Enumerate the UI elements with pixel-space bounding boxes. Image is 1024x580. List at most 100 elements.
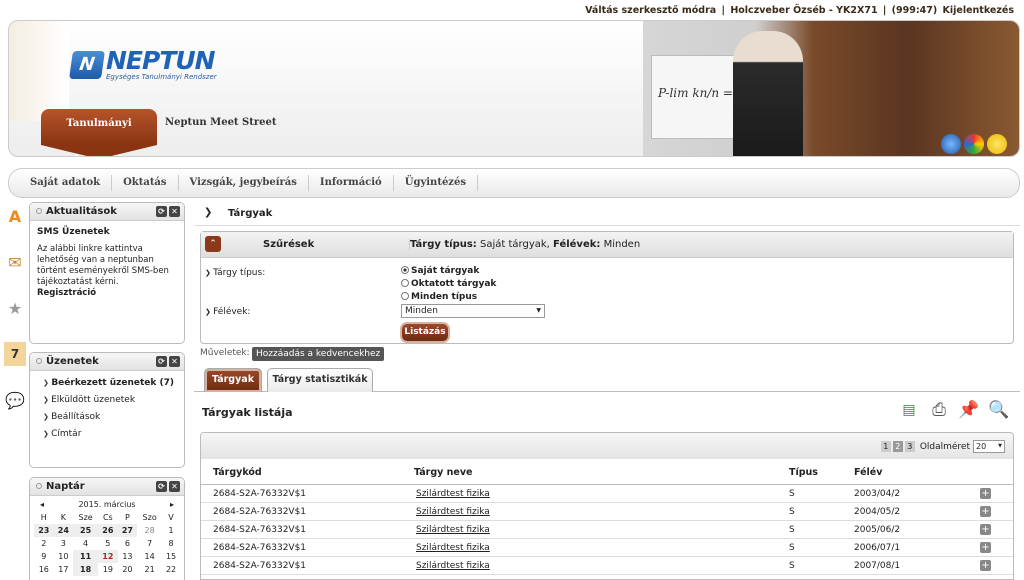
tab-neptun-meet-street[interactable]: Neptun Meet Street: [165, 117, 276, 128]
weekday-label: K: [60, 513, 66, 522]
page-button[interactable]: 1: [880, 441, 891, 452]
calendar-day[interactable]: 13: [118, 550, 138, 563]
col-targykod[interactable]: Tárgykód: [213, 467, 262, 478]
subject-link[interactable]: Szilárdtest fizika: [416, 543, 490, 553]
subject-link[interactable]: Szilárdtest fizika: [416, 525, 490, 535]
calendar-day[interactable]: 6: [118, 537, 138, 550]
sent-link[interactable]: Elküldött üzenetek: [37, 392, 177, 409]
expand-row-icon[interactable]: +: [980, 560, 991, 571]
refresh-icon[interactable]: ⟳: [156, 356, 167, 367]
page-button[interactable]: 3: [904, 441, 915, 452]
page-button[interactable]: 2: [892, 441, 903, 452]
calendar-icon[interactable]: 7: [4, 342, 26, 366]
header-banner: N NEPTUN Egységes Tanulmányi Rendszer P-…: [8, 20, 1020, 157]
refresh-icon[interactable]: ⟳: [156, 206, 167, 217]
add-favorite-button[interactable]: Hozzáadás a kedvencekhez: [252, 347, 385, 361]
calendar-day[interactable]: 16: [34, 563, 54, 576]
calendar-day[interactable]: 11: [73, 550, 99, 563]
calendar-day[interactable]: 14: [137, 550, 162, 563]
calendar-day[interactable]: 21: [137, 563, 162, 576]
radio-sajat-targyak[interactable]: Saját tárgyak: [401, 266, 479, 276]
envelope-icon[interactable]: ✉: [4, 250, 26, 274]
refresh-icon[interactable]: ⟳: [156, 481, 167, 492]
menu-ugyintezes[interactable]: Ügyintézés: [394, 175, 478, 191]
aktualitasok-panel: Aktualitások ⟳ ✕ SMS Üzenetek Az alábbi l…: [29, 202, 185, 344]
calendar-day[interactable]: 23: [34, 524, 54, 537]
calendar-day[interactable]: 4: [73, 537, 98, 550]
smiley-icon[interactable]: [987, 134, 1007, 154]
filter-title: Szűrések: [263, 239, 315, 250]
radio-minden-tipus[interactable]: Minden típus: [401, 292, 477, 302]
calendar-day[interactable]: 27: [117, 524, 138, 537]
xls-export-icon[interactable]: ▤: [898, 398, 920, 422]
color-ball-icon[interactable]: [964, 134, 984, 154]
registration-link[interactable]: Regisztráció: [37, 288, 177, 299]
search-icon[interactable]: 🔍: [988, 398, 1010, 422]
weekday-label: Szo: [142, 513, 157, 522]
calendar-day[interactable]: 20: [118, 563, 138, 576]
menu-sajat-adatok[interactable]: Saját adatok: [19, 175, 113, 191]
panel-header: Naptár ⟳ ✕: [30, 478, 184, 496]
tab-targy-statisztikak[interactable]: Tárgy statisztikák: [267, 368, 373, 392]
inbox-link[interactable]: Beérkezett üzenetek (7): [37, 375, 177, 392]
list-button[interactable]: Listázás: [402, 324, 448, 341]
expand-row-icon[interactable]: +: [980, 542, 991, 553]
subject-link[interactable]: Szilárdtest fizika: [416, 489, 490, 499]
calendar-day[interactable]: 5: [98, 537, 118, 550]
next-month-icon[interactable]: ▸: [170, 498, 174, 511]
calendar-day[interactable]: 12: [98, 550, 118, 563]
calendar-day[interactable]: 26: [98, 524, 118, 537]
tab-targyak[interactable]: Tárgyak: [204, 368, 262, 392]
print-icon[interactable]: ⎙: [928, 398, 950, 422]
neptun-logo[interactable]: N NEPTUN Egységes Tanulmányi Rendszer: [69, 48, 217, 81]
expand-row-icon[interactable]: +: [980, 488, 991, 499]
prev-month-icon[interactable]: ◂: [40, 498, 44, 511]
aktualitasok-icon[interactable]: A: [4, 204, 26, 228]
pin-icon[interactable]: 📌: [958, 398, 980, 422]
calendar-day[interactable]: 25: [73, 524, 99, 537]
subject-link[interactable]: Szilárdtest fizika: [416, 507, 490, 517]
directory-link[interactable]: Címtár: [37, 426, 177, 443]
tab-pointer: [41, 145, 157, 156]
calendar-day[interactable]: 1: [162, 524, 180, 537]
close-icon[interactable]: ✕: [169, 356, 180, 367]
filter-header: ⌃ Szűrések Tárgy típus: Saját tárgyak, F…: [201, 232, 1013, 258]
calendar-day[interactable]: 28: [137, 524, 162, 537]
calendar-day[interactable]: 8: [162, 537, 180, 550]
tab-tanulmanyi-rendszer[interactable]: Tanulmányi rendszer: [41, 109, 157, 156]
chat-icon[interactable]: 💬: [4, 388, 26, 412]
expand-row-icon[interactable]: +: [980, 506, 991, 517]
calendar-day[interactable]: 18: [73, 563, 99, 576]
star-icon[interactable]: ★: [4, 296, 26, 320]
subject-link[interactable]: Szilárdtest fizika: [416, 561, 490, 571]
calendar-day[interactable]: 19: [98, 563, 118, 576]
globe-icon[interactable]: [941, 134, 961, 154]
list-title: Tárgyak listája: [202, 406, 293, 419]
expand-row-icon[interactable]: +: [980, 524, 991, 535]
page-size-select[interactable]: 20: [973, 440, 1005, 453]
calendar-day[interactable]: 22: [162, 563, 180, 576]
weekday-label: V: [168, 513, 174, 522]
switch-editor-link[interactable]: Váltás szerkesztő módra: [585, 5, 716, 16]
menu-informacio[interactable]: Információ: [309, 175, 394, 191]
menu-oktatas[interactable]: Oktatás: [112, 175, 179, 191]
calendar-day[interactable]: 10: [54, 550, 74, 563]
calendar-day[interactable]: 24: [53, 524, 74, 537]
settings-link[interactable]: Beállítások: [37, 409, 177, 426]
radio-oktatott-targyak[interactable]: Oktatott tárgyak: [401, 279, 496, 289]
calendar-day[interactable]: 7: [137, 537, 162, 550]
close-icon[interactable]: ✕: [169, 481, 180, 492]
menu-vizsgak[interactable]: Vizsgák, jegybeírás: [179, 175, 309, 191]
calendar-day[interactable]: 3: [54, 537, 74, 550]
calendar-day[interactable]: 9: [34, 550, 54, 563]
logout-link[interactable]: Kijelentkezés: [943, 5, 1014, 16]
close-icon[interactable]: ✕: [169, 206, 180, 217]
col-tipus[interactable]: Típus: [789, 467, 818, 478]
calendar-day[interactable]: 2: [34, 537, 54, 550]
col-targy-neve[interactable]: Tárgy neve: [414, 467, 473, 478]
collapse-icon[interactable]: ⌃: [205, 236, 221, 252]
calendar-day[interactable]: 17: [54, 563, 74, 576]
col-felev[interactable]: Félév: [854, 467, 882, 478]
semester-select[interactable]: Minden: [401, 304, 545, 318]
calendar-day[interactable]: 15: [162, 550, 180, 563]
